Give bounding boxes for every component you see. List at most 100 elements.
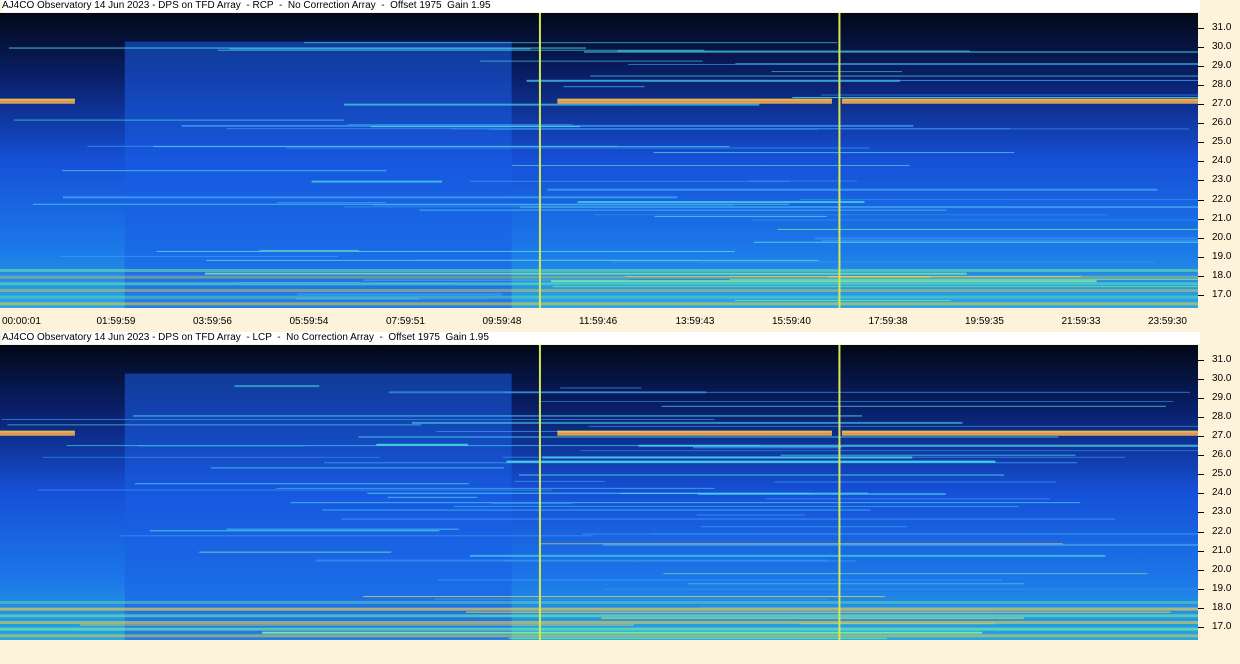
spectrogram-plot xyxy=(0,13,1198,308)
interference-line xyxy=(363,596,885,598)
interference-line xyxy=(229,48,531,50)
band-27mhz-core xyxy=(557,432,832,435)
interference-line xyxy=(341,518,1116,520)
interference-line xyxy=(540,543,1063,545)
interference-line xyxy=(594,214,1108,216)
interference-line xyxy=(771,71,903,73)
y-tick-label: 19.0 xyxy=(1212,250,1232,262)
y-tick-label: 18.0 xyxy=(1212,269,1232,281)
y-tick xyxy=(1198,256,1204,258)
interference-line xyxy=(627,63,1198,65)
band-27mhz-core xyxy=(557,100,832,103)
interference-line xyxy=(751,219,1198,221)
x-tick-label: 19:59:35 xyxy=(965,316,1004,327)
band-27mhz-core xyxy=(0,100,75,103)
y-tick xyxy=(1198,531,1204,533)
spectrogram-svg xyxy=(0,13,1198,308)
x-tick-label: 00:00:01 xyxy=(2,316,41,327)
interference-line xyxy=(343,103,760,106)
lf-noise-band xyxy=(0,634,1198,638)
interference-line xyxy=(206,259,819,261)
interference-line xyxy=(698,606,1198,608)
y-tick xyxy=(1198,294,1204,296)
interference-line xyxy=(234,385,320,388)
y-tick-label: 22.0 xyxy=(1212,525,1232,537)
interference-line xyxy=(226,528,459,530)
y-tick xyxy=(1198,626,1204,628)
y-tick-label: 22.0 xyxy=(1212,193,1232,205)
y-tick-label: 26.0 xyxy=(1212,449,1232,461)
interference-line xyxy=(79,624,634,626)
y-tick xyxy=(1198,218,1204,220)
interference-line xyxy=(134,483,469,485)
interference-line xyxy=(362,279,630,281)
interference-line xyxy=(13,119,344,121)
interference-line xyxy=(551,280,1097,283)
y-tick-label: 19.0 xyxy=(1212,582,1232,594)
interference-line xyxy=(411,421,963,424)
x-tick-label: 03:59:56 xyxy=(193,316,232,327)
interference-line xyxy=(344,206,1011,208)
interference-line xyxy=(120,535,593,537)
x-tick-label: 09:59:48 xyxy=(482,316,522,327)
y-tick xyxy=(1198,199,1204,201)
interference-line xyxy=(696,514,806,516)
interference-line xyxy=(322,509,871,511)
y-tick xyxy=(1198,436,1204,438)
y-tick xyxy=(1198,142,1204,144)
y-tick xyxy=(1198,455,1204,457)
interference-line xyxy=(286,147,870,149)
frequency-axis: 31.0 30.0 29.0 28.0 27.0 26.0 25.0 24.0 23.0 22.0… xyxy=(1198,345,1240,640)
y-tick xyxy=(1198,47,1204,49)
interference-line xyxy=(617,50,970,52)
interference-line xyxy=(276,202,386,204)
interference-line xyxy=(42,456,381,458)
lf-noise-band xyxy=(0,302,1198,306)
interference-line xyxy=(765,498,1050,500)
interference-line xyxy=(777,228,1198,230)
chart-title: AJ4CO Observatory 14 Jun 2023 - DPS on T… xyxy=(2,332,1200,344)
interference-line xyxy=(491,502,574,505)
interference-line xyxy=(156,250,735,252)
interference-line xyxy=(799,199,1198,201)
y-tick xyxy=(1198,569,1204,571)
frequency-axis: 31.0 30.0 29.0 28.0 27.0 26.0 25.0 24.0 23.0 22.0… xyxy=(1198,13,1240,308)
y-tick xyxy=(1198,379,1204,381)
interference-line xyxy=(259,249,359,251)
interference-line xyxy=(687,583,1025,585)
y-tick xyxy=(1198,66,1204,68)
interference-line xyxy=(387,496,478,498)
y-tick-label: 30.0 xyxy=(1212,373,1232,385)
y-tick xyxy=(1198,275,1204,277)
interference-line xyxy=(132,415,863,417)
interference-line xyxy=(37,489,552,491)
interference-line xyxy=(367,492,868,494)
quiet-region xyxy=(124,373,512,640)
y-tick-label: 20.0 xyxy=(1212,563,1232,575)
quiet-region xyxy=(124,41,512,308)
lf-noise-band xyxy=(0,295,1198,299)
interference-line xyxy=(563,86,645,88)
interference-line xyxy=(419,209,947,211)
interference-line xyxy=(466,611,1171,613)
y-tick xyxy=(1198,237,1204,239)
interference-line xyxy=(502,560,856,562)
x-tick-label: 21:59:33 xyxy=(1061,316,1101,327)
y-tick-label: 18.0 xyxy=(1212,601,1232,613)
x-tick-label: 01:59:59 xyxy=(96,316,136,327)
interference-line xyxy=(814,237,1198,240)
x-tick-label: 23:59:30 xyxy=(1148,316,1187,327)
interference-line xyxy=(588,425,1198,427)
interference-line xyxy=(94,298,488,300)
y-tick-label: 20.0 xyxy=(1212,231,1232,243)
interference-line xyxy=(469,180,791,182)
interference-line xyxy=(210,467,504,469)
interference-line xyxy=(512,165,910,167)
lf-noise-band xyxy=(0,607,1198,611)
y-tick xyxy=(1198,550,1204,552)
interference-line xyxy=(821,240,1198,242)
interference-line xyxy=(62,196,678,199)
interference-line xyxy=(518,474,1005,476)
status-bar xyxy=(0,643,1240,664)
lf-noise-band xyxy=(0,282,1198,286)
